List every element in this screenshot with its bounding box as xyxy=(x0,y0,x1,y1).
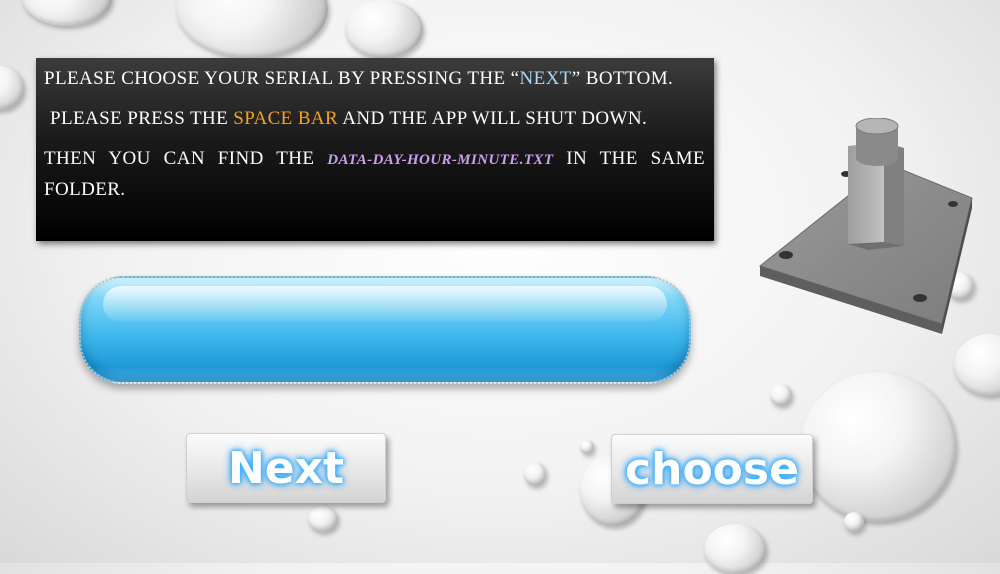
water-drop-icon xyxy=(954,334,1000,396)
water-drop-icon xyxy=(844,512,864,532)
instruction-1-text-end: ” BOTTOM. xyxy=(571,68,674,89)
water-drop-icon xyxy=(800,372,956,522)
instruction-line-3: THEN YOU CAN FIND THE DATA-DAY-HOUR-MINU… xyxy=(44,144,705,204)
next-keyword: NEXT xyxy=(519,68,572,89)
water-drop-icon xyxy=(580,440,594,454)
water-drop-icon xyxy=(308,506,338,532)
serial-display-gloss xyxy=(103,286,667,322)
space-bar-keyword: SPACE BAR xyxy=(233,108,339,129)
choose-button[interactable]: choose xyxy=(611,434,813,504)
water-drop-icon xyxy=(176,0,328,58)
instructions-panel: PLEASE CHOOSE YOUR SERIAL BY PRESSING TH… xyxy=(36,58,714,241)
instruction-3-text: THEN YOU CAN FIND THE xyxy=(44,148,328,169)
next-button-label: Next xyxy=(227,442,345,494)
water-drop-icon xyxy=(524,462,546,486)
filename-keyword: DATA-DAY-HOUR-MINUTE.TXT xyxy=(327,152,554,168)
water-drop-icon xyxy=(770,384,792,406)
next-button[interactable]: Next xyxy=(186,433,386,503)
instruction-line-1: PLEASE CHOOSE YOUR SERIAL BY PRESSING TH… xyxy=(44,64,705,93)
metal-stand-icon xyxy=(758,118,973,334)
water-drop-icon xyxy=(0,66,24,110)
instruction-2-text-end: AND THE APP WILL SHUT DOWN. xyxy=(338,108,648,129)
water-drop-icon xyxy=(704,524,766,574)
serial-display-field xyxy=(79,276,691,384)
instruction-1-text: PLEASE CHOOSE YOUR SERIAL BY PRESSING TH… xyxy=(44,68,520,89)
water-drop-icon xyxy=(22,0,112,26)
instruction-2-text: PLEASE PRESS THE xyxy=(50,108,234,129)
choose-button-label: choose xyxy=(625,443,799,495)
water-drop-icon xyxy=(345,0,423,58)
instruction-line-2: PLEASE PRESS THE SPACE BAR AND THE APP W… xyxy=(44,104,705,133)
